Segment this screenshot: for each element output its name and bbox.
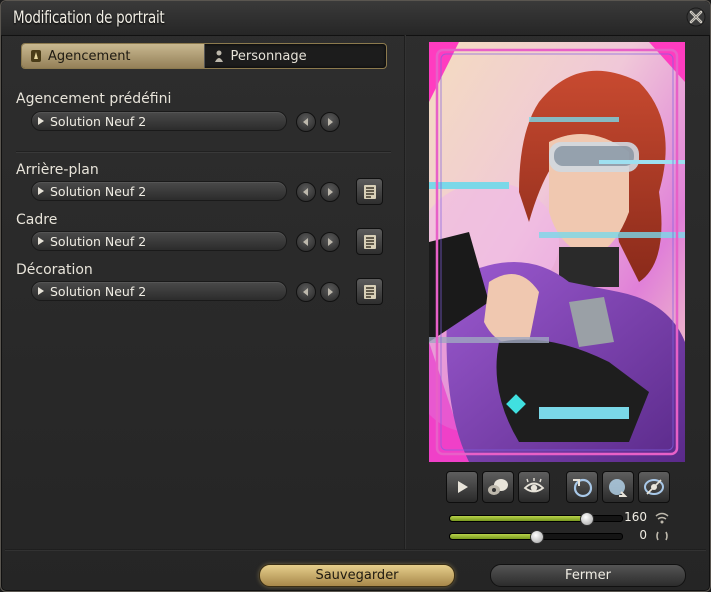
decoration-label: Décoration [16, 262, 93, 278]
background-prev-button[interactable] [296, 182, 316, 202]
background-dropdown[interactable]: Solution Neuf 2 [31, 181, 287, 201]
play-icon [458, 481, 468, 493]
frame-dropdown[interactable]: Solution Neuf 2 [31, 231, 287, 251]
preset-next-button[interactable] [320, 112, 340, 132]
close-button[interactable]: Fermer [490, 564, 686, 587]
rotation-slider-fill [450, 534, 536, 539]
rotate-left-icon [573, 478, 593, 498]
rotation-value: 0 [639, 528, 647, 542]
play-button[interactable] [446, 471, 478, 503]
rotate-right-button[interactable] [602, 471, 634, 503]
arrow-right-icon [328, 238, 333, 246]
decoration-value: Solution Neuf 2 [50, 283, 147, 299]
panel-divider [404, 35, 406, 549]
frame-value: Solution Neuf 2 [50, 233, 147, 249]
close-icon[interactable] [686, 7, 706, 27]
frame-next-button[interactable] [320, 232, 340, 252]
list-icon [363, 284, 376, 299]
caret-right-icon [38, 287, 44, 295]
portrait-edit-window: Modification de portrait Agencement Pers… [0, 0, 711, 592]
tab-character[interactable]: Personnage [203, 44, 387, 68]
arrow-left-icon [303, 118, 308, 126]
save-button[interactable]: Sauvegarder [259, 564, 455, 587]
portrait-image [429, 42, 685, 462]
zoom-slider-fill [450, 516, 586, 521]
list-icon [363, 234, 376, 249]
decoration-prev-button[interactable] [296, 282, 316, 302]
arrow-left-icon [303, 288, 308, 296]
frame-label: Cadre [16, 212, 58, 228]
tab-bar: Agencement Personnage [21, 43, 387, 69]
rotation-icon [656, 531, 668, 541]
eye-button[interactable] [518, 471, 550, 503]
expression-button[interactable] [482, 471, 514, 503]
decoration-next-button[interactable] [320, 282, 340, 302]
caret-right-icon [38, 117, 44, 125]
arrow-right-icon [328, 288, 333, 296]
frame-prev-button[interactable] [296, 232, 316, 252]
footer-divider [5, 549, 706, 551]
caret-right-icon [38, 237, 44, 245]
background-list-button[interactable] [356, 178, 383, 205]
frame-list-button[interactable] [356, 228, 383, 255]
preset-dropdown[interactable]: Solution Neuf 2 [31, 111, 287, 131]
portrait-preview[interactable] [429, 42, 685, 462]
zoom-value: 160 [624, 510, 647, 524]
character-icon [213, 49, 225, 63]
list-icon [363, 184, 376, 199]
title-bar[interactable]: Modification de portrait [1, 1, 710, 36]
arrow-right-icon [328, 188, 333, 196]
chat-expression-icon [488, 479, 508, 495]
caret-right-icon [38, 187, 44, 195]
decoration-list-button[interactable] [356, 278, 383, 305]
preset-label: Agencement prédéfini [16, 91, 172, 107]
background-next-button[interactable] [320, 182, 340, 202]
rotate-left-button[interactable] [566, 471, 598, 503]
reset-view-button[interactable] [638, 471, 670, 503]
eye-icon [523, 478, 545, 493]
tab-layout[interactable]: Agencement [22, 44, 204, 68]
arrow-right-icon [328, 118, 333, 126]
tab-layout-label: Agencement [48, 48, 131, 64]
arrow-left-icon [303, 188, 308, 196]
decoration-dropdown[interactable]: Solution Neuf 2 [31, 281, 287, 301]
layout-icon [30, 49, 42, 63]
arrow-left-icon [303, 238, 308, 246]
background-label: Arrière-plan [16, 162, 99, 178]
tab-character-label: Personnage [230, 48, 307, 64]
window-title: Modification de portrait [13, 8, 165, 28]
reset-view-icon [644, 479, 664, 495]
rotate-right-icon [609, 479, 628, 497]
section-divider [16, 151, 391, 153]
preset-value: Solution Neuf 2 [50, 113, 147, 129]
preset-prev-button[interactable] [296, 112, 316, 132]
rotation-slider-thumb[interactable] [530, 530, 544, 544]
background-value: Solution Neuf 2 [50, 183, 147, 199]
zoom-level-icon [655, 512, 669, 524]
